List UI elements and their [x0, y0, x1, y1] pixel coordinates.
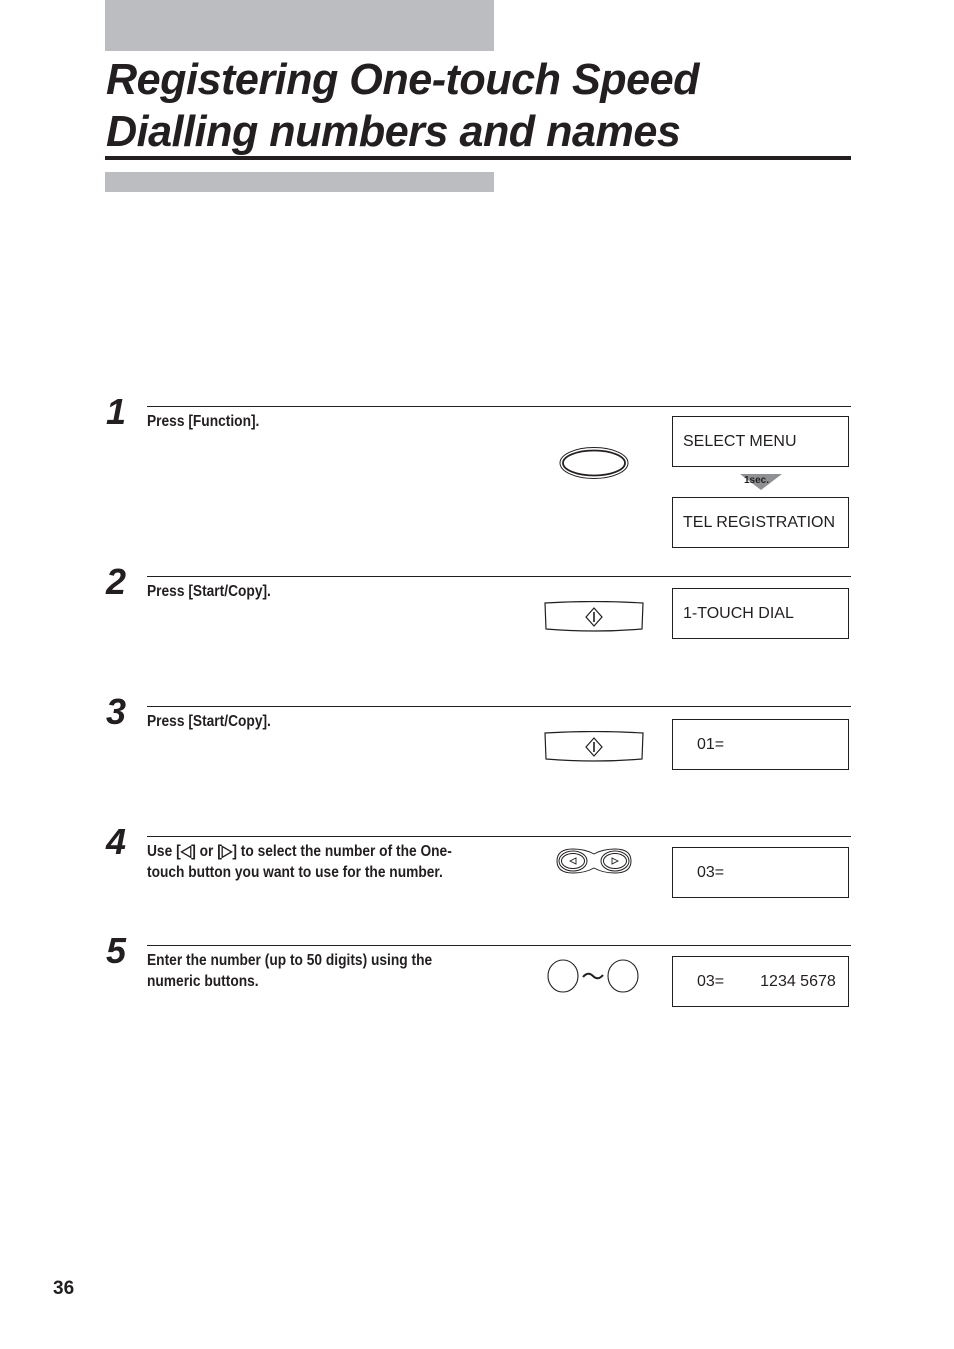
lcd-display-01: 01=	[672, 719, 849, 770]
start-copy-button-icon	[543, 600, 645, 638]
numeric-button-last-icon	[607, 959, 639, 993]
step-divider	[147, 706, 851, 707]
step-number: 1	[106, 391, 127, 432]
step-instruction: Press [Function].	[147, 413, 260, 430]
lcd-display-03: 03=	[672, 847, 849, 898]
page-title: Registering One-touch Speed Dialling num…	[106, 54, 699, 158]
lcd-display-select-menu: SELECT MENU	[672, 416, 849, 467]
tilde-range-icon	[582, 972, 604, 980]
page-title-line-1: Registering One-touch Speed	[106, 55, 699, 104]
lcd-prefix: 03=	[697, 972, 725, 990]
step-instruction: Press [Start/Copy].	[147, 583, 271, 600]
step-instruction-line-2: numeric buttons.	[147, 973, 259, 990]
step-number: 3	[106, 691, 127, 732]
header-gray-bar-top	[105, 0, 494, 51]
step-instruction-line-1: Use [◁] or [▷] to select the number of t…	[147, 843, 452, 860]
step-instruction: Press [Start/Copy].	[147, 713, 271, 730]
page-title-line-2: Dialling numbers and names	[106, 107, 681, 156]
step-divider	[147, 836, 851, 837]
transition-arrow: 1sec.	[740, 474, 782, 490]
function-button-icon	[558, 445, 630, 486]
transition-label: 1sec.	[744, 475, 770, 486]
step-instruction: Use [◁] or [▷] to select the number of t…	[147, 841, 517, 883]
lcd-value: 1234 5678	[760, 972, 836, 990]
start-copy-button-icon	[543, 730, 645, 768]
lcd-display-03-number: 03= 1234 5678	[672, 956, 849, 1007]
numeric-buttons-icon	[546, 958, 642, 999]
step-divider	[147, 945, 851, 946]
step-instruction: Enter the number (up to 50 digits) using…	[147, 950, 517, 992]
header-gray-bar-bottom	[105, 172, 494, 192]
left-right-arrow-buttons-icon	[555, 847, 633, 880]
step-instruction-line-1: Enter the number (up to 50 digits) using…	[147, 952, 433, 969]
lcd-display-1-touch-dial: 1-TOUCH DIAL	[672, 588, 849, 639]
step-number: 2	[106, 561, 127, 602]
lcd-display-tel-registration: TEL REGISTRATION	[672, 497, 849, 548]
step-number: 5	[106, 930, 127, 971]
step-divider	[147, 406, 851, 407]
page-number: 36	[53, 1278, 75, 1299]
step-instruction-line-2: touch button you want to use for the num…	[147, 864, 443, 881]
step-number: 4	[106, 821, 127, 862]
title-underline	[105, 156, 851, 160]
numeric-button-first-icon	[547, 959, 579, 993]
step-divider	[147, 576, 851, 577]
